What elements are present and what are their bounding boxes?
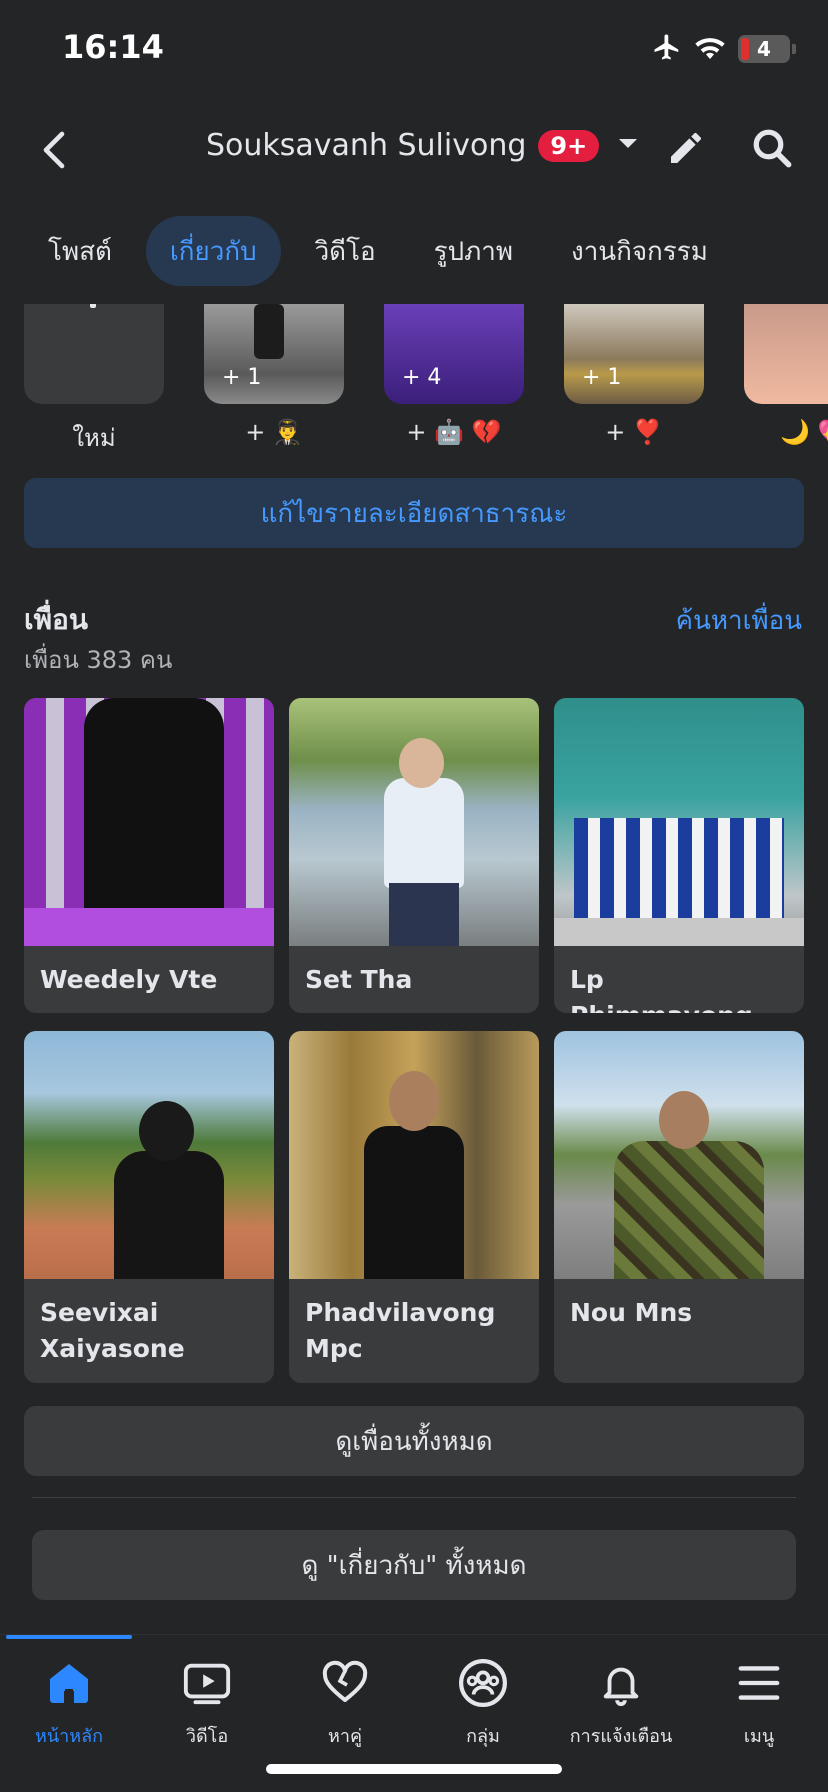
friend-photo xyxy=(24,1031,274,1279)
friend-card[interactable]: Phadvilavong Mpc xyxy=(289,1031,539,1383)
battery-icon: 4 xyxy=(738,35,790,63)
nav-label: หาคู่ xyxy=(327,1726,362,1747)
nav-label: หน้าหลัก xyxy=(34,1726,104,1747)
featured-item[interactable]: 🌙 💖 xyxy=(744,304,828,446)
tab-events[interactable]: งานกิจกรรม xyxy=(547,216,732,286)
chevron-down-icon xyxy=(617,136,639,155)
friend-name: Lp Phimmavong xyxy=(570,965,753,1013)
bell-icon xyxy=(593,1655,649,1711)
friend-photo xyxy=(554,698,804,946)
wifi-icon xyxy=(694,34,726,64)
nav-home[interactable]: หน้าหลัก xyxy=(0,1655,138,1750)
featured-label: + 👨‍✈️ xyxy=(245,418,303,446)
home-icon xyxy=(41,1655,97,1711)
nav-label: กลุ่ม xyxy=(466,1726,500,1747)
edit-public-details-button[interactable]: แก้ไขรายละเอียดสาธารณะ xyxy=(24,478,804,548)
featured-thumb: + 4 xyxy=(384,304,524,404)
see-all-friends-button[interactable]: ดูเพื่อนทั้งหมด xyxy=(24,1406,804,1476)
featured-label: ใหม่ xyxy=(72,424,116,452)
featured-count: + 1 xyxy=(582,365,622,390)
nav-dating[interactable]: หาคู่ xyxy=(276,1655,414,1750)
featured-item-new[interactable]: ใหม่ xyxy=(24,304,164,454)
friend-name: Nou Mns xyxy=(570,1298,693,1327)
featured-thumb: + 1 xyxy=(204,304,344,404)
featured-label: + ❣️ xyxy=(605,418,663,446)
battery-level: 4 xyxy=(757,37,771,61)
profile-name: Souksavanh Sulivong xyxy=(206,128,527,163)
search-icon xyxy=(751,127,793,173)
edit-profile-button[interactable] xyxy=(660,124,712,176)
nav-groups[interactable]: กลุ่ม xyxy=(414,1655,552,1750)
active-tab-indicator xyxy=(6,1635,132,1639)
tab-photos[interactable]: รูปภาพ xyxy=(410,216,537,286)
featured-thumb xyxy=(744,304,828,404)
groups-icon xyxy=(455,1655,511,1711)
friend-photo xyxy=(289,698,539,946)
profile-tabs: โพสต์ เกี่ยวกับ วิดีโอ รูปภาพ งานกิจกรรม xyxy=(24,216,732,286)
tab-about[interactable]: เกี่ยวกับ xyxy=(145,216,281,286)
friend-photo xyxy=(554,1031,804,1279)
status-icons: 4 xyxy=(652,32,796,66)
featured-thumb xyxy=(24,304,164,404)
featured-count: + 4 xyxy=(402,365,442,390)
dating-heart-icon xyxy=(317,1655,373,1711)
nav-label: การแจ้งเตือน xyxy=(569,1726,673,1747)
profile-switcher[interactable]: Souksavanh Sulivong 9+ xyxy=(206,128,639,163)
featured-label: + 🤖 💔 xyxy=(406,418,502,446)
friend-card[interactable]: Set Tha xyxy=(289,698,539,1013)
featured-count: + 1 xyxy=(222,365,262,390)
friend-name: Seevixai Xaiyasone xyxy=(40,1298,185,1363)
divider xyxy=(32,1497,796,1498)
video-icon xyxy=(179,1655,235,1711)
friend-name: Weedely Vte xyxy=(40,965,218,994)
friend-photo xyxy=(24,698,274,946)
nav-label: วิดีโอ xyxy=(185,1726,229,1747)
featured-highlights: ใหม่ + 1 + 👨‍✈️ + 4 + 🤖 💔 + 1 + ❣️ 🌙 💖 xyxy=(24,304,828,454)
featured-label: 🌙 💖 xyxy=(780,418,828,446)
menu-icon xyxy=(731,1655,787,1711)
find-friends-link[interactable]: ค้นหาเพื่อน xyxy=(676,600,802,641)
featured-item[interactable]: + 1 + ❣️ xyxy=(564,304,704,446)
friends-title: เพื่อน xyxy=(24,603,88,636)
featured-item[interactable]: + 4 + 🤖 💔 xyxy=(384,304,524,446)
friend-card[interactable]: Weedely Vte xyxy=(24,698,274,1013)
nav-menu[interactable]: เมนู xyxy=(690,1655,828,1750)
friends-count: เพื่อน 383 คน xyxy=(24,646,173,674)
friend-name: Phadvilavong Mpc xyxy=(305,1298,496,1363)
friend-card[interactable]: Lp Phimmavong xyxy=(554,698,804,1013)
home-indicator xyxy=(266,1764,562,1774)
pencil-icon xyxy=(666,128,706,172)
airplane-mode-icon xyxy=(652,32,682,66)
status-bar: 16:14 4 xyxy=(0,0,828,100)
back-button[interactable] xyxy=(28,124,80,176)
friends-grid: Weedely Vte Set Tha Lp Phimmavong Seevix… xyxy=(24,698,804,1383)
friend-card[interactable]: Nou Mns xyxy=(554,1031,804,1383)
friend-name: Set Tha xyxy=(305,965,413,994)
see-all-about-button[interactable]: ดู "เกี่ยวกับ" ทั้งหมด xyxy=(32,1530,796,1600)
status-time: 16:14 xyxy=(62,28,164,66)
search-button[interactable] xyxy=(746,124,798,176)
friend-photo xyxy=(289,1031,539,1279)
featured-item[interactable]: + 1 + 👨‍✈️ xyxy=(204,304,344,446)
nav-notifications[interactable]: การแจ้งเตือน xyxy=(552,1655,690,1750)
profile-header: Souksavanh Sulivong 9+ xyxy=(0,110,828,190)
nav-label: เมนู xyxy=(743,1726,775,1747)
tab-posts[interactable]: โพสต์ xyxy=(24,216,136,286)
featured-thumb: + 1 xyxy=(564,304,704,404)
tab-videos[interactable]: วิดีโอ xyxy=(291,216,400,286)
nav-video[interactable]: วิดีโอ xyxy=(138,1655,276,1750)
notification-badge: 9+ xyxy=(538,129,600,162)
friend-card[interactable]: Seevixai Xaiyasone xyxy=(24,1031,274,1383)
